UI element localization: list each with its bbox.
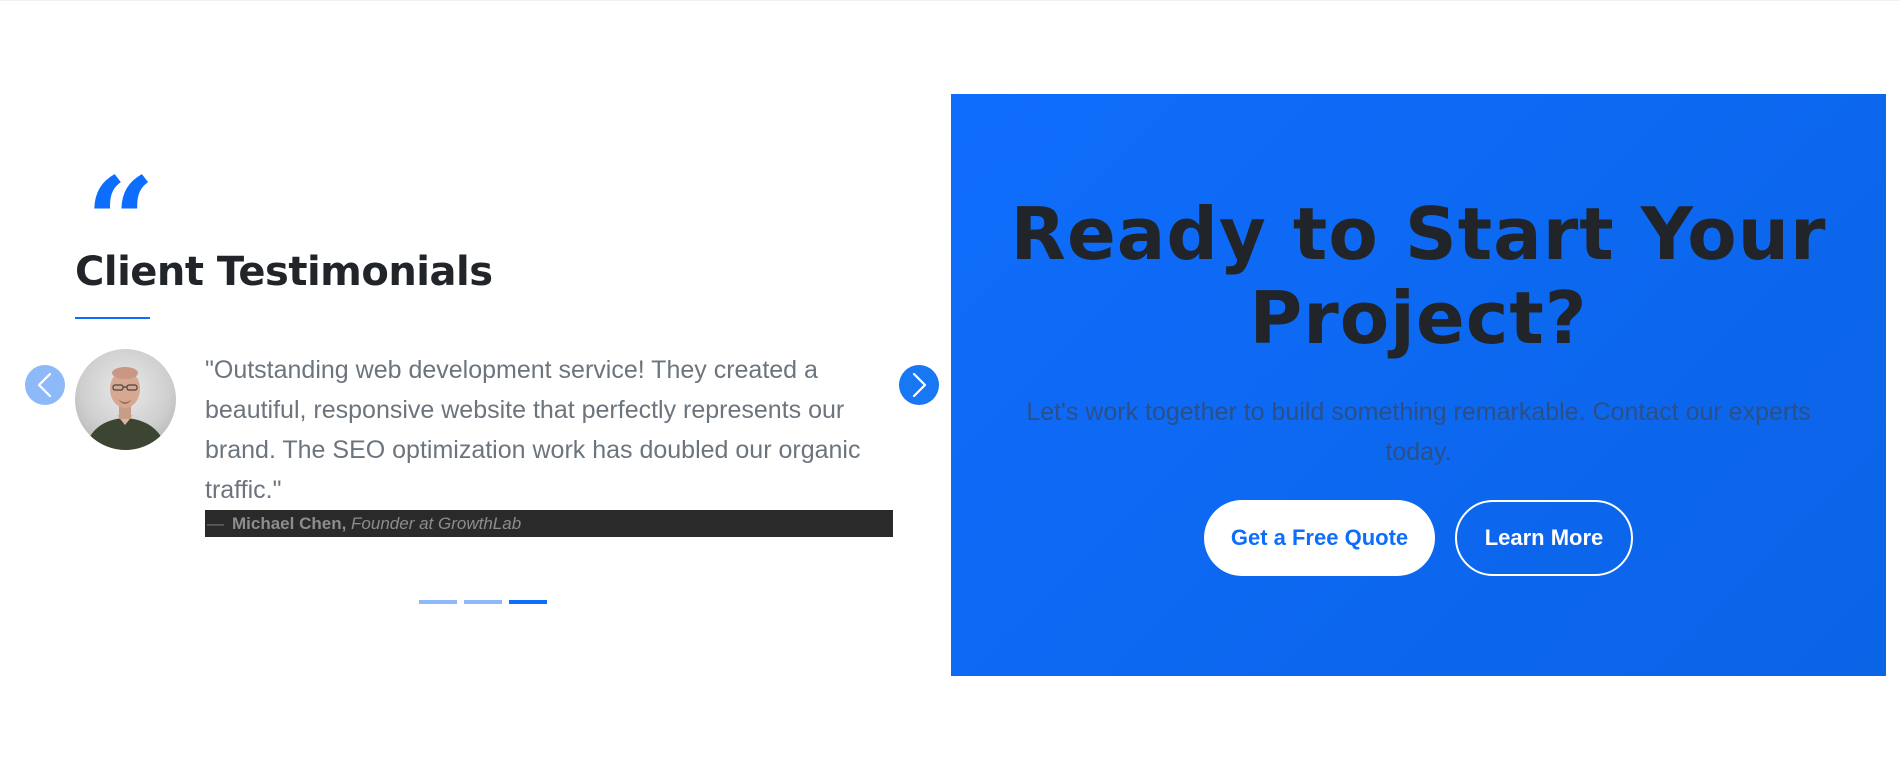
chevron-left-icon	[37, 372, 52, 398]
carousel-dot-2[interactable]	[464, 600, 502, 604]
top-divider	[0, 0, 1900, 1]
author-dash: —	[207, 514, 224, 533]
testimonials-title: Client Testimonials	[75, 249, 493, 295]
learn-more-button[interactable]: Learn More	[1455, 500, 1633, 576]
carousel-indicators	[419, 600, 547, 604]
get-free-quote-button[interactable]: Get a Free Quote	[1204, 500, 1435, 576]
author-role: Founder at GrowthLab	[351, 514, 522, 533]
person-photo	[85, 367, 166, 450]
next-testimonial-button[interactable]	[899, 365, 939, 405]
chevron-right-icon	[912, 372, 927, 398]
testimonial-quote: "Outstanding web development service! Th…	[205, 356, 861, 504]
carousel-dot-3[interactable]	[509, 600, 547, 604]
cta-subtitle: Let's work together to build something r…	[1026, 398, 1811, 466]
testimonial-author: — Michael Chen, Founder at GrowthLab	[205, 510, 893, 537]
cta-title: Ready to Start Your Project?	[1010, 192, 1827, 360]
previous-testimonial-button[interactable]	[25, 365, 65, 405]
client-avatar	[75, 349, 176, 450]
author-name: Michael Chen,	[232, 514, 347, 533]
title-underline	[75, 317, 150, 319]
carousel-dot-1[interactable]	[419, 600, 457, 604]
cta-section: Ready to Start Your Project? Let's work …	[951, 94, 1886, 676]
quote-icon: “	[86, 162, 155, 232]
